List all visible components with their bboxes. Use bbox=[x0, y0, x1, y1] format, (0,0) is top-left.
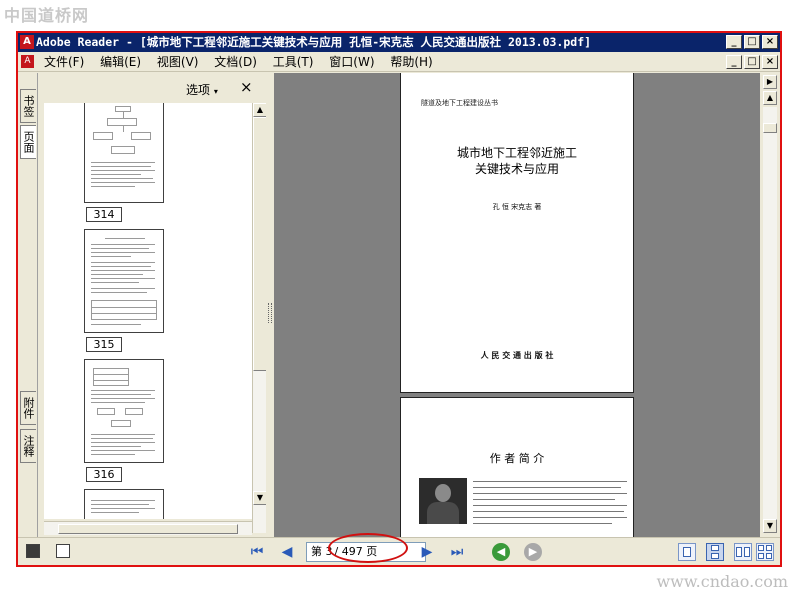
screenshot: 中国道桥网 A Adobe Reader - [城市地下工程邻近施工关键技术与应… bbox=[0, 0, 800, 600]
chevron-down-icon: ▾ bbox=[213, 87, 218, 96]
watermark-bottom: www.cndao.com bbox=[656, 572, 788, 591]
thumbnail-page-label: 314 bbox=[86, 207, 122, 222]
close-button[interactable]: × bbox=[762, 35, 778, 49]
document-view[interactable]: 隧道及地下工程建设丛书 城市地下工程邻近施工 关键技术与应用 孔 恒 宋克志 著… bbox=[274, 73, 760, 537]
facing-view-icon[interactable] bbox=[734, 543, 752, 561]
options-label: 选项 bbox=[186, 83, 211, 97]
watermark-top: 中国道桥网 bbox=[4, 6, 90, 25]
scroll-thumb[interactable] bbox=[253, 117, 267, 371]
app-window: A Adobe Reader - [城市地下工程邻近施工关键技术与应用 孔恒-宋… bbox=[16, 31, 782, 567]
scroll-down-icon[interactable]: ▼ bbox=[253, 491, 267, 505]
book-publisher: 人 民 交 通 出 版 社 bbox=[480, 350, 554, 360]
continuous-facing-view-icon[interactable] bbox=[756, 543, 774, 561]
thumbnail-page-label: 316 bbox=[86, 467, 122, 482]
book-title-line-2: 关键技术与应用 bbox=[474, 162, 559, 176]
single-page-view-icon[interactable] bbox=[678, 543, 696, 561]
author-bio-lines bbox=[473, 478, 627, 529]
tab-comments[interactable]: 注释 bbox=[20, 429, 36, 463]
document-page: 作 者 简 介 bbox=[400, 397, 634, 537]
menu-window[interactable]: 窗口(W) bbox=[323, 52, 380, 72]
thumbnail-horizontal-scrollbar[interactable] bbox=[44, 521, 252, 535]
doc-close-button[interactable]: × bbox=[762, 55, 778, 69]
book-series-text: 隧道及地下工程建设丛书 bbox=[421, 99, 498, 107]
next-page-icon[interactable]: ▶ bbox=[418, 543, 436, 561]
maximize-button[interactable]: □ bbox=[744, 35, 760, 49]
page-thumbnail[interactable] bbox=[84, 489, 164, 519]
scroll-thumb[interactable] bbox=[763, 123, 777, 133]
doc-restore-button[interactable]: □ bbox=[744, 55, 760, 69]
book-authors: 孔 恒 宋克志 著 bbox=[492, 203, 542, 211]
thumbnail-vertical-scrollbar[interactable]: ▲ ▼ bbox=[252, 103, 267, 533]
menu-view[interactable]: 视图(V) bbox=[151, 52, 205, 72]
panel-splitter[interactable] bbox=[266, 73, 274, 537]
options-menu[interactable]: 选项 ▾ bbox=[186, 81, 218, 98]
previous-page-icon[interactable]: ◀ bbox=[278, 543, 296, 561]
next-view-icon[interactable]: ▶ bbox=[524, 543, 542, 561]
document-vertical-scrollbar[interactable]: ▶ ▲ ▼ bbox=[760, 73, 780, 537]
tab-pages[interactable]: 页面 bbox=[20, 125, 36, 159]
menu-edit[interactable]: 编辑(E) bbox=[94, 52, 147, 72]
doc-minimize-button[interactable]: _ bbox=[726, 55, 742, 69]
minimize-button[interactable]: _ bbox=[726, 35, 742, 49]
document-page: 隧道及地下工程建设丛书 城市地下工程邻近施工 关键技术与应用 孔 恒 宋克志 著… bbox=[400, 73, 634, 393]
title-bar: A Adobe Reader - [城市地下工程邻近施工关键技术与应用 孔恒-宋… bbox=[18, 33, 780, 52]
page-size-icon[interactable] bbox=[56, 544, 70, 558]
scroll-track[interactable] bbox=[763, 107, 777, 521]
scroll-down-icon[interactable]: ▼ bbox=[763, 519, 777, 533]
last-page-icon[interactable]: ⏭ bbox=[448, 543, 466, 561]
window-title: Adobe Reader - [城市地下工程邻近施工关键技术与应用 孔恒-宋克志… bbox=[36, 35, 592, 49]
author-intro-heading: 作 者 简 介 bbox=[489, 452, 545, 465]
scroll-thumb[interactable] bbox=[58, 524, 238, 534]
continuous-view-icon[interactable] bbox=[706, 543, 724, 561]
menu-help[interactable]: 帮助(H) bbox=[384, 52, 438, 72]
page-thumbnails-panel: 选项 ▾ × 314 315 316 ▲ ▼ bbox=[40, 73, 267, 537]
scroll-up-icon[interactable]: ▲ bbox=[253, 103, 267, 117]
page-count-highlight bbox=[328, 533, 408, 563]
menu-bar: A 文件(F) 编辑(E) 视图(V) 文档(D) 工具(T) 窗口(W) 帮助… bbox=[18, 52, 780, 72]
page-thumbnail[interactable] bbox=[84, 229, 164, 333]
window-controls: _ □ × bbox=[726, 35, 778, 49]
menu-tools[interactable]: 工具(T) bbox=[267, 52, 320, 72]
navigation-tab-strip: 书签 页面 附件 注释 bbox=[18, 73, 38, 537]
adobe-reader-icon: A bbox=[20, 35, 34, 49]
first-page-icon[interactable]: ⏮ bbox=[248, 543, 266, 561]
splitter-grip-icon bbox=[268, 303, 272, 323]
page-thumbnail[interactable] bbox=[84, 103, 164, 203]
author-photo bbox=[419, 478, 467, 524]
thumbnail-page-label: 315 bbox=[86, 337, 122, 352]
menu-document[interactable]: 文档(D) bbox=[208, 52, 263, 72]
document-icon[interactable]: A bbox=[21, 55, 34, 68]
book-title-line-1: 城市地下工程邻近施工 bbox=[456, 146, 577, 160]
thumbnail-list[interactable]: 314 315 316 bbox=[44, 103, 252, 519]
tab-attachments[interactable]: 附件 bbox=[20, 391, 36, 425]
split-view-arrow-icon[interactable]: ▶ bbox=[763, 75, 777, 89]
monitor-icon[interactable] bbox=[26, 544, 40, 558]
document-window-controls: _ □ × bbox=[726, 55, 778, 69]
panel-header: 选项 ▾ × bbox=[40, 73, 266, 105]
tab-bookmarks[interactable]: 书签 bbox=[20, 89, 36, 123]
page-thumbnail[interactable] bbox=[84, 359, 164, 463]
previous-view-icon[interactable]: ◀ bbox=[492, 543, 510, 561]
menu-file[interactable]: 文件(F) bbox=[38, 52, 90, 72]
scroll-up-icon[interactable]: ▲ bbox=[763, 91, 777, 105]
close-panel-icon[interactable]: × bbox=[240, 78, 253, 96]
